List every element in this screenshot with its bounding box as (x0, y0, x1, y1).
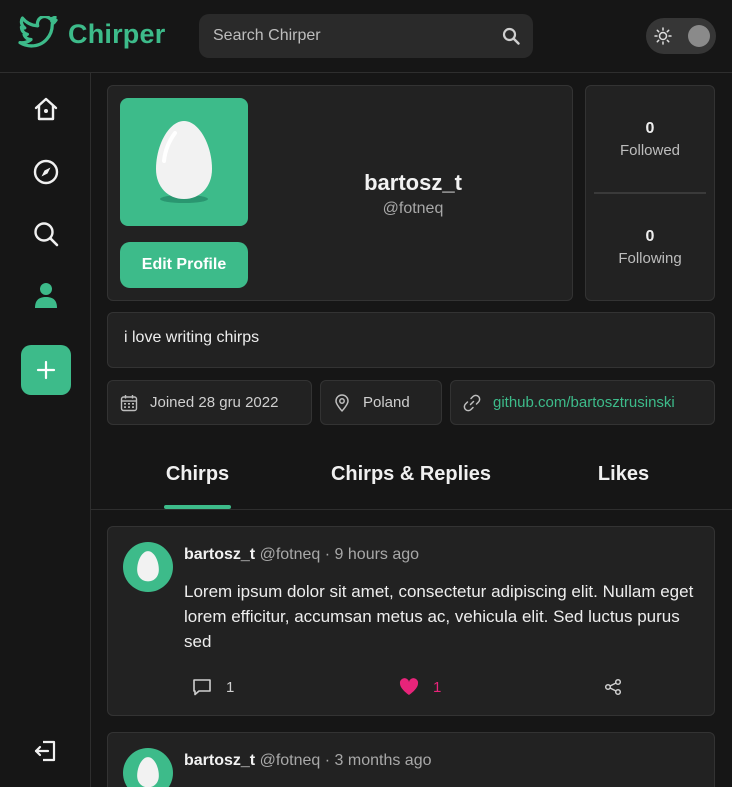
location-text: Poland (363, 394, 410, 411)
chirp-handle: @fotneq (259, 546, 321, 563)
search-bar (199, 14, 533, 58)
website-link[interactable]: github.com/bartosztrusinski (493, 394, 675, 411)
chirper-logo[interactable]: Chirper (18, 16, 165, 52)
profile-icon (33, 281, 59, 309)
chirp-time: 9 hours ago (334, 546, 420, 563)
stats-divider (594, 192, 706, 194)
logout-button[interactable] (22, 733, 70, 769)
egg-avatar-icon (153, 119, 215, 205)
chirp-time: 3 months ago (334, 752, 432, 769)
chirp-username[interactable]: bartosz_t (184, 752, 255, 769)
link-icon (463, 394, 481, 412)
explore-compass-icon (32, 158, 60, 186)
chirp-handle: @fotneq (259, 752, 321, 769)
share-button[interactable] (604, 678, 622, 696)
chirp-meta: bartosz_t @fotneq · 9 hours ago (184, 546, 419, 564)
toggle-knob (688, 25, 710, 47)
egg-avatar-icon (137, 551, 159, 582)
profile-avatar (120, 98, 248, 226)
profile-handle: @fotneq (382, 200, 444, 217)
following-label: Following (618, 250, 682, 267)
following-count: 0 (645, 228, 655, 245)
joined-date-info: Joined 28 gru 2022 (107, 380, 312, 425)
theme-toggle[interactable] (646, 18, 716, 54)
search-icon[interactable] (502, 27, 520, 45)
calendar-icon (120, 394, 138, 412)
sun-icon (654, 27, 672, 45)
like-count: 1 (433, 678, 442, 696)
search-icon (32, 220, 60, 248)
sidebar-item-search[interactable] (28, 216, 64, 252)
plus-icon (35, 359, 57, 381)
new-chirp-button[interactable] (21, 345, 71, 395)
profile-tabs: Chirps Chirps & Replies Likes (91, 443, 732, 510)
sidebar-item-profile[interactable] (28, 277, 64, 313)
tab-likes[interactable]: Likes (586, 463, 661, 486)
profile-card: Edit Profile bartosz_t @fotneq (107, 85, 573, 301)
search-input[interactable] (213, 14, 493, 58)
followed-count: 0 (645, 120, 655, 137)
chirp-avatar[interactable] (123, 748, 173, 787)
chirp-card[interactable]: bartosz_t @fotneq · 3 months ago (107, 732, 715, 787)
like-button[interactable]: 1 (399, 678, 441, 696)
sidebar-item-home[interactable] (28, 91, 64, 127)
app-name: Chirper (68, 18, 166, 49)
edit-profile-button[interactable]: Edit Profile (120, 242, 248, 288)
egg-avatar-icon (137, 757, 159, 787)
heart-icon (399, 678, 419, 696)
website-info: github.com/bartosztrusinski (450, 380, 715, 425)
profile-name: bartosz_t (364, 170, 462, 195)
followed-label: Followed (619, 142, 681, 159)
joined-date: Joined 28 gru 2022 (150, 394, 279, 411)
chirp-text: Lorem ipsum dolor sit amet, consectetur … (184, 582, 694, 651)
sidebar-item-explore[interactable] (28, 154, 64, 190)
comment-icon (192, 678, 212, 696)
top-bar: Chirper (0, 0, 732, 73)
active-tab-indicator (164, 505, 231, 509)
chirp-separator: · (324, 546, 331, 563)
tab-chirps-and-replies[interactable]: Chirps & Replies (321, 463, 501, 486)
main-content: Edit Profile bartosz_t @fotneq 0 Followe… (91, 73, 732, 787)
reply-button[interactable]: 1 (192, 678, 234, 696)
following-stat[interactable]: 0 Following (586, 228, 714, 267)
tab-chirps[interactable]: Chirps (164, 463, 231, 486)
stats-card: 0 Followed 0 Following (585, 85, 715, 301)
home-icon (32, 95, 60, 123)
reply-count: 1 (226, 678, 235, 696)
chirp-username[interactable]: bartosz_t (184, 546, 255, 563)
followed-stat[interactable]: 0 Followed (586, 120, 714, 159)
chirp-separator: · (324, 752, 331, 769)
location-info: Poland (320, 380, 442, 425)
share-icon (604, 678, 622, 696)
profile-bio: i love writing chirps (107, 312, 715, 368)
sidebar (0, 73, 91, 787)
chirp-meta: bartosz_t @fotneq · 3 months ago (184, 752, 432, 770)
chirp-avatar[interactable] (123, 542, 173, 592)
bird-logo-icon (18, 16, 58, 52)
location-pin-icon (333, 393, 351, 412)
logout-icon (33, 738, 59, 764)
chirp-card[interactable]: bartosz_t @fotneq · 9 hours ago Lorem ip… (107, 526, 715, 716)
